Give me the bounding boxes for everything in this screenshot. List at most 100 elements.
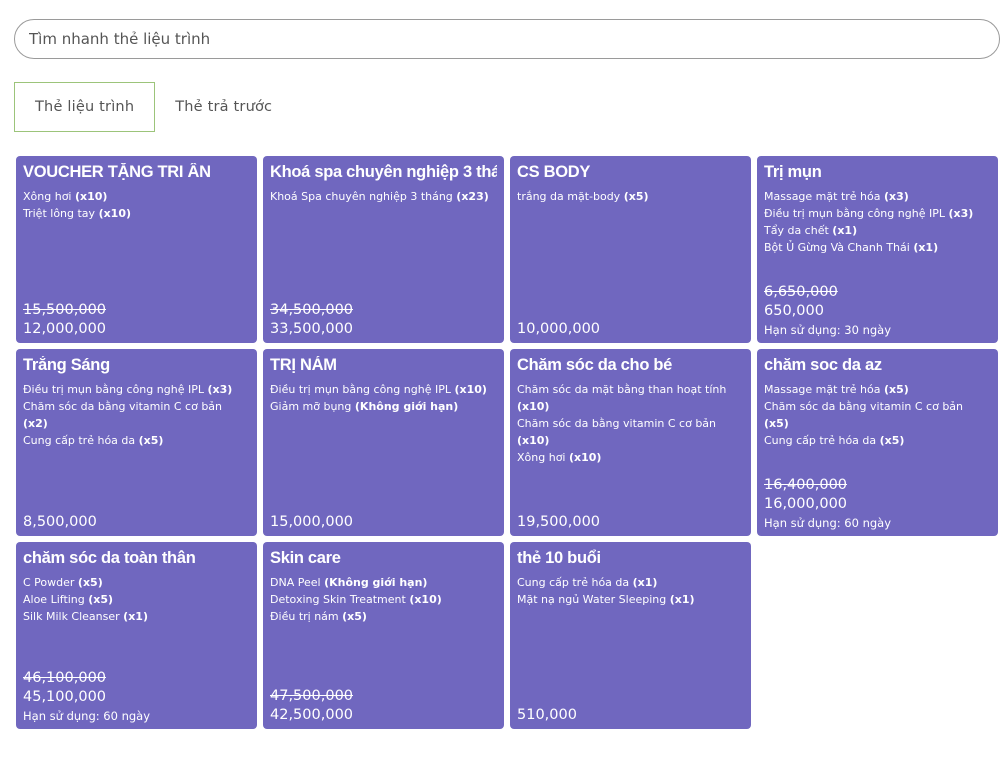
sale-price: 650,000 <box>764 303 824 319</box>
service-item: Chăm sóc da bằng vitamin C cơ bản (x5) <box>764 398 991 432</box>
card-title: Trắng Sáng <box>23 356 110 374</box>
service-quantity: (x3) <box>207 383 233 396</box>
card-title: TRỊ NÁM <box>270 356 337 374</box>
service-quantity: (x10) <box>517 400 550 413</box>
service-item: Bột Ủ Gừng Và Chanh Thái (x1) <box>764 239 991 256</box>
treatment-card[interactable]: Trắng Sáng Điều trị mụn bằng công nghệ IP… <box>16 349 257 536</box>
service-name: Chăm sóc da bằng vitamin C cơ bản <box>23 400 223 413</box>
service-quantity: (Không giới hạn) <box>354 400 459 413</box>
treatment-card[interactable]: TRỊ NÁM Điều trị mụn bằng công nghệ IPL (… <box>263 349 504 536</box>
service-item: Cung cấp trẻ hóa da (x5) <box>764 432 991 449</box>
service-item: Silk Milk Cleanser (x1) <box>23 608 250 625</box>
service-quantity: (x2) <box>23 417 48 430</box>
service-name: Xông hơi <box>23 190 72 203</box>
service-item: Điều trị mụn bằng công nghệ IPL (x3) <box>764 205 991 222</box>
tab-prepaid-cards[interactable]: Thẻ trả trước <box>155 82 292 132</box>
treatment-card[interactable]: chăm soc da az Massage mặt trẻ hóa (x5) Ch… <box>757 349 998 536</box>
service-item: Khoá Spa chuyên nghiệp 3 tháng (x23) <box>270 188 497 205</box>
service-quantity: (x3) <box>948 207 974 220</box>
service-name: Cung cấp trẻ hóa da <box>517 576 630 589</box>
expiry-text: Hạn sử dụng: 30 ngày <box>764 323 892 337</box>
service-name: Điều trị mụn bằng công nghệ IPL <box>270 383 451 396</box>
service-quantity: (x5) <box>884 383 909 396</box>
original-price: 46,100,000 <box>23 670 107 686</box>
card-pricing: 15,500,000 12,000,000 <box>23 301 250 339</box>
card-pricing: 15,000,000 <box>270 513 497 532</box>
card-pricing: 6,650,000 650,000 Hạn sử dụng: 30 ngày <box>764 283 991 339</box>
card-pricing: 16,400,000 16,000,000 Hạn sử dụng: 60 ngày <box>764 476 991 532</box>
treatment-card[interactable]: Skin care DNA Peel (Không giới hạn) Detoxi… <box>263 542 504 729</box>
service-item: Tẩy da chết (x1) <box>764 222 991 239</box>
service-name: Điều trị mụn bằng công nghệ IPL <box>764 207 945 220</box>
treatment-card[interactable]: CS BODY trắng da mặt-body (x5) 10,000,000 <box>510 156 751 343</box>
treatment-card[interactable]: chăm sóc da toàn thân C Powder (x5) Aloe L… <box>16 542 257 729</box>
service-name: Giảm mỡ bụng <box>270 400 352 413</box>
card-pricing: 8,500,000 <box>23 513 250 532</box>
service-name: Điều trị mụn bằng công nghệ IPL <box>23 383 204 396</box>
service-name: Chăm sóc da bằng vitamin C cơ bản <box>764 400 964 413</box>
sale-price: 42,500,000 <box>270 707 354 723</box>
service-name: Chăm sóc da bằng vitamin C cơ bản <box>517 417 717 430</box>
service-name: Silk Milk Cleanser <box>23 610 120 623</box>
card-title: CS BODY <box>517 163 591 181</box>
service-quantity: (x10) <box>568 451 602 464</box>
card-pricing: 10,000,000 <box>517 320 744 339</box>
search-box[interactable] <box>14 19 1000 59</box>
card-pricing: 19,500,000 <box>517 513 744 532</box>
service-item: C Powder (x5) <box>23 574 250 591</box>
treatment-card[interactable]: thẻ 10 buổi Cung cấp trẻ hóa da (x1) Mặt n… <box>510 542 751 729</box>
service-item: Xông hơi (x10) <box>23 188 250 205</box>
card-title: chăm sóc da toàn thân <box>23 549 196 567</box>
treatment-card[interactable]: Chăm sóc da cho bé Chăm sóc da mặt bằng t… <box>510 349 751 536</box>
service-quantity: (x1) <box>632 576 658 589</box>
service-quantity: (x10) <box>98 207 132 220</box>
sale-price: 510,000 <box>517 707 577 723</box>
service-quantity: (x10) <box>409 593 442 606</box>
search-input[interactable] <box>15 20 999 58</box>
expiry-text: Hạn sử dụng: 60 ngày <box>764 516 892 530</box>
service-name: Aloe Lifting <box>23 593 85 606</box>
original-price: 6,650,000 <box>764 284 838 300</box>
service-name: Bột Ủ Gừng Và Chanh Thái <box>764 241 910 254</box>
service-name: Khoá Spa chuyên nghiệp 3 tháng <box>270 190 453 203</box>
treatment-card[interactable]: Khoá spa chuyên nghiệp 3 tháng Khoá Spa c… <box>263 156 504 343</box>
card-title: Trị mụn <box>764 163 822 181</box>
service-name: Xông hơi <box>517 451 566 464</box>
tab-treatment-cards[interactable]: Thẻ liệu trình <box>14 82 156 132</box>
card-pricing: 46,100,000 45,100,000 Hạn sử dụng: 60 ngày <box>23 669 250 725</box>
service-item: Chăm sóc da bằng vitamin C cơ bản (x10) <box>517 415 744 449</box>
service-quantity: (x3) <box>884 190 909 203</box>
service-item: Triệt lông tay (x10) <box>23 205 250 222</box>
service-name: Tẩy da chết <box>764 224 829 237</box>
sale-price: 19,500,000 <box>517 514 601 530</box>
card-title: Chăm sóc da cho bé <box>517 356 673 374</box>
service-quantity: (x23) <box>456 190 489 203</box>
service-item: Cung cấp trẻ hóa da (x5) <box>23 432 250 449</box>
treatment-card[interactable]: VOUCHER TẶNG TRI ÂN Xông hơi (x10) Triệt l… <box>16 156 257 343</box>
service-quantity: (x10) <box>454 383 487 396</box>
service-item: Detoxing Skin Treatment (x10) <box>270 591 497 608</box>
service-item: Cung cấp trẻ hóa da (x1) <box>517 574 744 591</box>
sale-price: 33,500,000 <box>270 321 354 337</box>
service-item: Điều trị nám (x5) <box>270 608 497 625</box>
card-title: Skin care <box>270 549 341 567</box>
service-item: Massage mặt trẻ hóa (x5) <box>764 381 991 398</box>
service-item: Mặt nạ ngủ Water Sleeping (x1) <box>517 591 744 608</box>
service-name: Detoxing Skin Treatment <box>270 593 406 606</box>
service-name: C Powder <box>23 576 75 589</box>
service-item: trắng da mặt-body (x5) <box>517 188 744 205</box>
service-quantity: (x5) <box>764 417 789 430</box>
card-title: thẻ 10 buổi <box>517 549 601 567</box>
original-price: 16,400,000 <box>764 477 848 493</box>
treatment-card[interactable]: Trị mụn Massage mặt trẻ hóa (x3) Điều trị … <box>757 156 998 343</box>
service-item: Aloe Lifting (x5) <box>23 591 250 608</box>
service-item: Giảm mỡ bụng (Không giới hạn) <box>270 398 497 415</box>
sale-price: 10,000,000 <box>517 321 601 337</box>
service-name: Cung cấp trẻ hóa da <box>23 434 136 447</box>
original-price: 47,500,000 <box>270 688 354 704</box>
original-price: 34,500,000 <box>270 302 354 318</box>
sale-price: 12,000,000 <box>23 321 107 337</box>
card-pricing: 510,000 <box>517 706 744 725</box>
service-quantity: (x5) <box>88 593 114 606</box>
sale-price: 8,500,000 <box>23 514 97 530</box>
